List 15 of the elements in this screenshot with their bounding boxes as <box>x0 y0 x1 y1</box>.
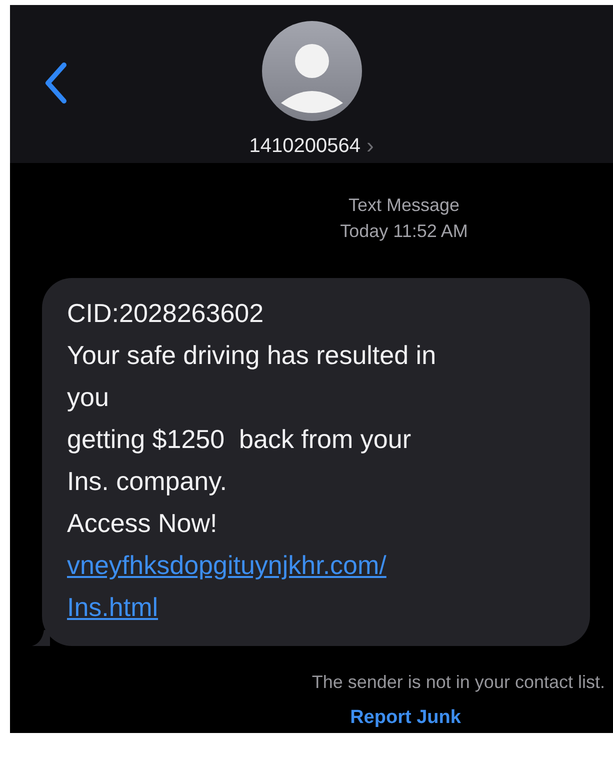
message-text: Your safe driving has resulted in <box>67 339 438 372</box>
message-text: getting $1250 back from your <box>67 423 412 456</box>
message-service: Text Message <box>348 194 460 217</box>
chevron-icon: › <box>366 133 374 159</box>
contact-number[interactable]: 1410200564 <box>249 134 360 158</box>
message-text: CID:2028263602 <box>67 297 265 330</box>
message-text: Ins. company. <box>67 465 228 498</box>
sender-notice: The sender is not in your contact list. <box>312 672 605 692</box>
message-text: Access Now! <box>67 507 218 540</box>
message-time: Today 11:52 AM <box>340 220 468 243</box>
message-text: you <box>67 381 110 414</box>
avatar-icon[interactable] <box>262 21 362 121</box>
message-link[interactable]: vneyfhksdopgituynjkhr.com/ <box>67 544 386 586</box>
report-junk-button[interactable]: Report Junk <box>342 703 469 733</box>
message-link[interactable]: Ins.html <box>67 586 158 628</box>
